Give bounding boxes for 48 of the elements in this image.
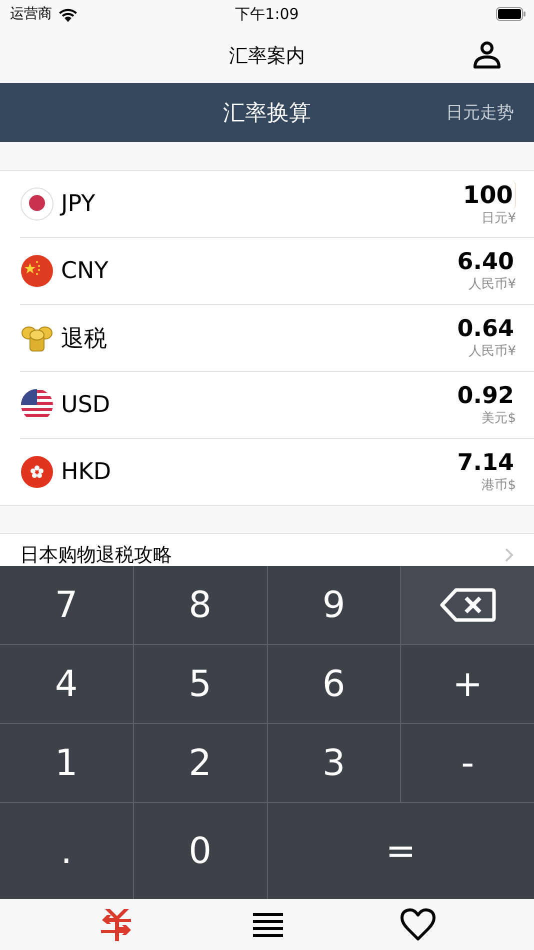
china-flag-icon xyxy=(20,254,54,288)
currency-name: HKD xyxy=(61,459,112,485)
list-tab[interactable] xyxy=(252,912,283,938)
currency-unit: 日元¥ xyxy=(482,210,516,227)
currency-name: 退税 xyxy=(61,324,107,354)
guide-link[interactable]: 日本购物退税攻略 xyxy=(20,544,172,566)
japan-flag-icon xyxy=(20,187,54,221)
currency-unit: 人民币¥ xyxy=(468,343,516,360)
amount-field[interactable]: 0.64 xyxy=(455,316,516,342)
digit-key[interactable]: 3 xyxy=(268,724,400,802)
digit-key[interactable]: 4 xyxy=(0,645,133,723)
digit-key[interactable]: 1 xyxy=(0,724,133,802)
digit-key[interactable]: 6 xyxy=(268,645,400,723)
digit-key[interactable]: 7 xyxy=(0,566,133,644)
amount-field[interactable]: 100 xyxy=(460,181,516,209)
operator-key[interactable]: - xyxy=(401,724,534,802)
digit-key[interactable]: 5 xyxy=(134,645,266,723)
digit-key[interactable]: 2 xyxy=(134,724,266,802)
amount-field[interactable]: 7.14 xyxy=(455,450,516,476)
amount-field[interactable]: 0.92 xyxy=(455,383,516,409)
user-icon[interactable] xyxy=(472,40,502,70)
chevron-icon xyxy=(505,548,514,562)
currency-unit: 美元$ xyxy=(482,410,516,427)
clock-time: 下午1:09 xyxy=(235,4,299,24)
digit-key[interactable]: 9 xyxy=(268,566,400,644)
battery-icon xyxy=(496,7,526,21)
operator-key[interactable]: + xyxy=(401,645,534,723)
hong-kong-flag-icon xyxy=(20,455,54,489)
digit-key[interactable]: 0 xyxy=(134,803,266,899)
backspace-key[interactable] xyxy=(401,566,534,644)
wifi-icon xyxy=(58,6,78,22)
heart-icon xyxy=(400,908,436,941)
currency-name: USD xyxy=(61,392,110,418)
amount-field[interactable]: 6.40 xyxy=(455,249,516,275)
list-icon xyxy=(252,912,283,938)
currency-unit: 人民币¥ xyxy=(468,276,516,293)
nav-title: 汇率案内 xyxy=(229,44,305,68)
digit-key[interactable]: . xyxy=(0,803,133,899)
currency-name: CNY xyxy=(61,258,108,284)
backspace-icon xyxy=(440,588,496,622)
currency-name: JPY xyxy=(61,191,96,217)
equals-key[interactable]: = xyxy=(268,803,534,899)
digit-key[interactable]: 8 xyxy=(134,566,266,644)
header-title: 汇率换算 xyxy=(223,100,311,128)
currency-unit: 港币$ xyxy=(482,477,516,494)
favorites-tab[interactable] xyxy=(400,908,436,941)
carrier-name: 运营商 xyxy=(10,5,52,23)
yen-trend-link[interactable]: 日元走势 xyxy=(446,101,514,124)
